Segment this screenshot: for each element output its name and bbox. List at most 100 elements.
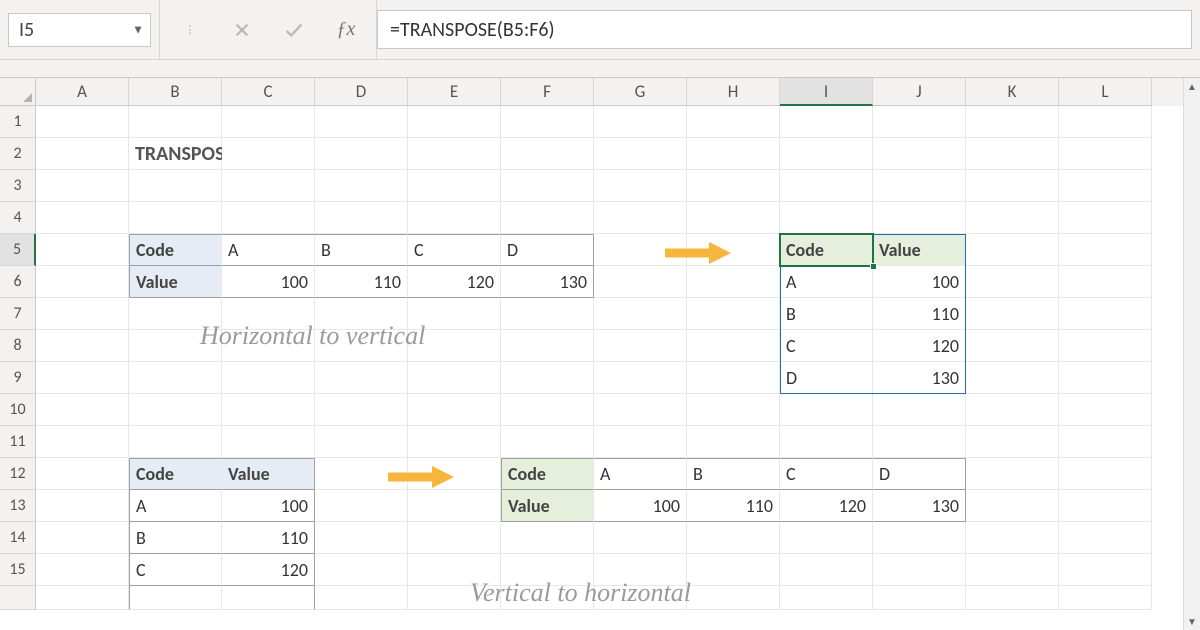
cell[interactable] [129, 170, 222, 202]
cell[interactable] [315, 170, 408, 202]
cell[interactable] [315, 202, 408, 234]
cell[interactable] [687, 138, 780, 170]
cell[interactable] [966, 170, 1059, 202]
cell[interactable] [687, 298, 780, 330]
cell[interactable] [1059, 426, 1152, 458]
cell[interactable]: C [129, 554, 222, 586]
cell[interactable] [1059, 522, 1152, 554]
cell[interactable] [966, 266, 1059, 298]
cell[interactable] [1059, 458, 1152, 490]
cell[interactable] [687, 202, 780, 234]
cell[interactable]: 120 [873, 330, 966, 362]
cell[interactable]: D [501, 234, 594, 266]
cell[interactable] [315, 298, 408, 330]
cell[interactable] [966, 458, 1059, 490]
cell[interactable] [594, 138, 687, 170]
cell[interactable] [1059, 362, 1152, 394]
cell[interactable] [408, 394, 501, 426]
cell[interactable]: C [780, 458, 873, 490]
cell[interactable] [222, 202, 315, 234]
cell[interactable] [780, 586, 873, 610]
cell[interactable] [966, 554, 1059, 586]
cell[interactable] [966, 490, 1059, 522]
cell[interactable] [687, 426, 780, 458]
cell[interactable] [687, 234, 780, 266]
cell[interactable] [1059, 170, 1152, 202]
cell[interactable] [780, 554, 873, 586]
cell[interactable]: B [315, 234, 408, 266]
cell[interactable] [966, 586, 1059, 610]
col-header[interactable]: F [501, 78, 594, 106]
cell[interactable] [129, 298, 222, 330]
cell[interactable]: C [780, 330, 873, 362]
cell[interactable] [594, 394, 687, 426]
cell[interactable] [687, 106, 780, 138]
cell[interactable] [966, 426, 1059, 458]
cell[interactable] [687, 394, 780, 426]
cell[interactable] [594, 586, 687, 610]
cell[interactable] [222, 362, 315, 394]
cell[interactable] [501, 298, 594, 330]
cell[interactable]: 130 [873, 490, 966, 522]
cell[interactable]: B [129, 522, 222, 554]
cell[interactable] [594, 522, 687, 554]
cell[interactable] [222, 106, 315, 138]
cell[interactable]: Code [129, 234, 222, 266]
cell[interactable]: 100 [222, 266, 315, 298]
cell[interactable] [780, 394, 873, 426]
cell[interactable]: 110 [873, 298, 966, 330]
cell[interactable] [966, 202, 1059, 234]
cell[interactable] [315, 330, 408, 362]
row-header[interactable]: 8 [0, 330, 36, 362]
cell[interactable] [501, 362, 594, 394]
cell[interactable] [1059, 234, 1152, 266]
cell[interactable] [966, 362, 1059, 394]
cell[interactable]: B [687, 458, 780, 490]
cell[interactable]: 100 [594, 490, 687, 522]
cell[interactable] [222, 426, 315, 458]
cell[interactable] [315, 426, 408, 458]
cell[interactable]: Code [501, 458, 594, 490]
cell[interactable] [501, 554, 594, 586]
fx-icon[interactable]: ƒx [334, 18, 358, 42]
cell[interactable] [408, 522, 501, 554]
row-header[interactable]: 3 [0, 170, 36, 202]
cell[interactable] [36, 426, 129, 458]
cell[interactable] [966, 394, 1059, 426]
cell[interactable] [873, 106, 966, 138]
cell[interactable] [315, 586, 408, 610]
cell[interactable] [966, 298, 1059, 330]
cell[interactable] [594, 266, 687, 298]
cell[interactable] [1059, 138, 1152, 170]
cell[interactable] [129, 106, 222, 138]
cell[interactable]: C [408, 234, 501, 266]
cell[interactable] [594, 202, 687, 234]
cell[interactable] [594, 426, 687, 458]
cell[interactable] [408, 202, 501, 234]
cell[interactable] [1059, 298, 1152, 330]
cell[interactable] [315, 362, 408, 394]
cell[interactable]: 120 [222, 554, 315, 586]
cell[interactable]: Value [129, 266, 222, 298]
cell[interactable] [222, 170, 315, 202]
row-header[interactable]: 6 [0, 266, 36, 298]
fill-handle[interactable] [870, 263, 877, 270]
row-header[interactable]: 5 [0, 234, 36, 266]
cell[interactable] [36, 234, 129, 266]
row-header[interactable]: 2 [0, 138, 36, 170]
cell[interactable] [966, 106, 1059, 138]
cell[interactable]: 120 [780, 490, 873, 522]
worksheet[interactable]: A B C D E F G H I J K L 1 2 TRANSPOSE fu… [0, 78, 1200, 630]
row-header[interactable] [0, 586, 36, 610]
col-header[interactable]: I [780, 78, 873, 106]
cell[interactable] [222, 298, 315, 330]
cell[interactable] [408, 138, 501, 170]
cell[interactable] [36, 394, 129, 426]
col-header[interactable]: D [315, 78, 408, 106]
cell[interactable] [594, 170, 687, 202]
cell[interactable] [315, 138, 408, 170]
col-header[interactable]: E [408, 78, 501, 106]
cell[interactable]: A [129, 490, 222, 522]
cell[interactable]: Value [501, 490, 594, 522]
cell[interactable] [1059, 106, 1152, 138]
